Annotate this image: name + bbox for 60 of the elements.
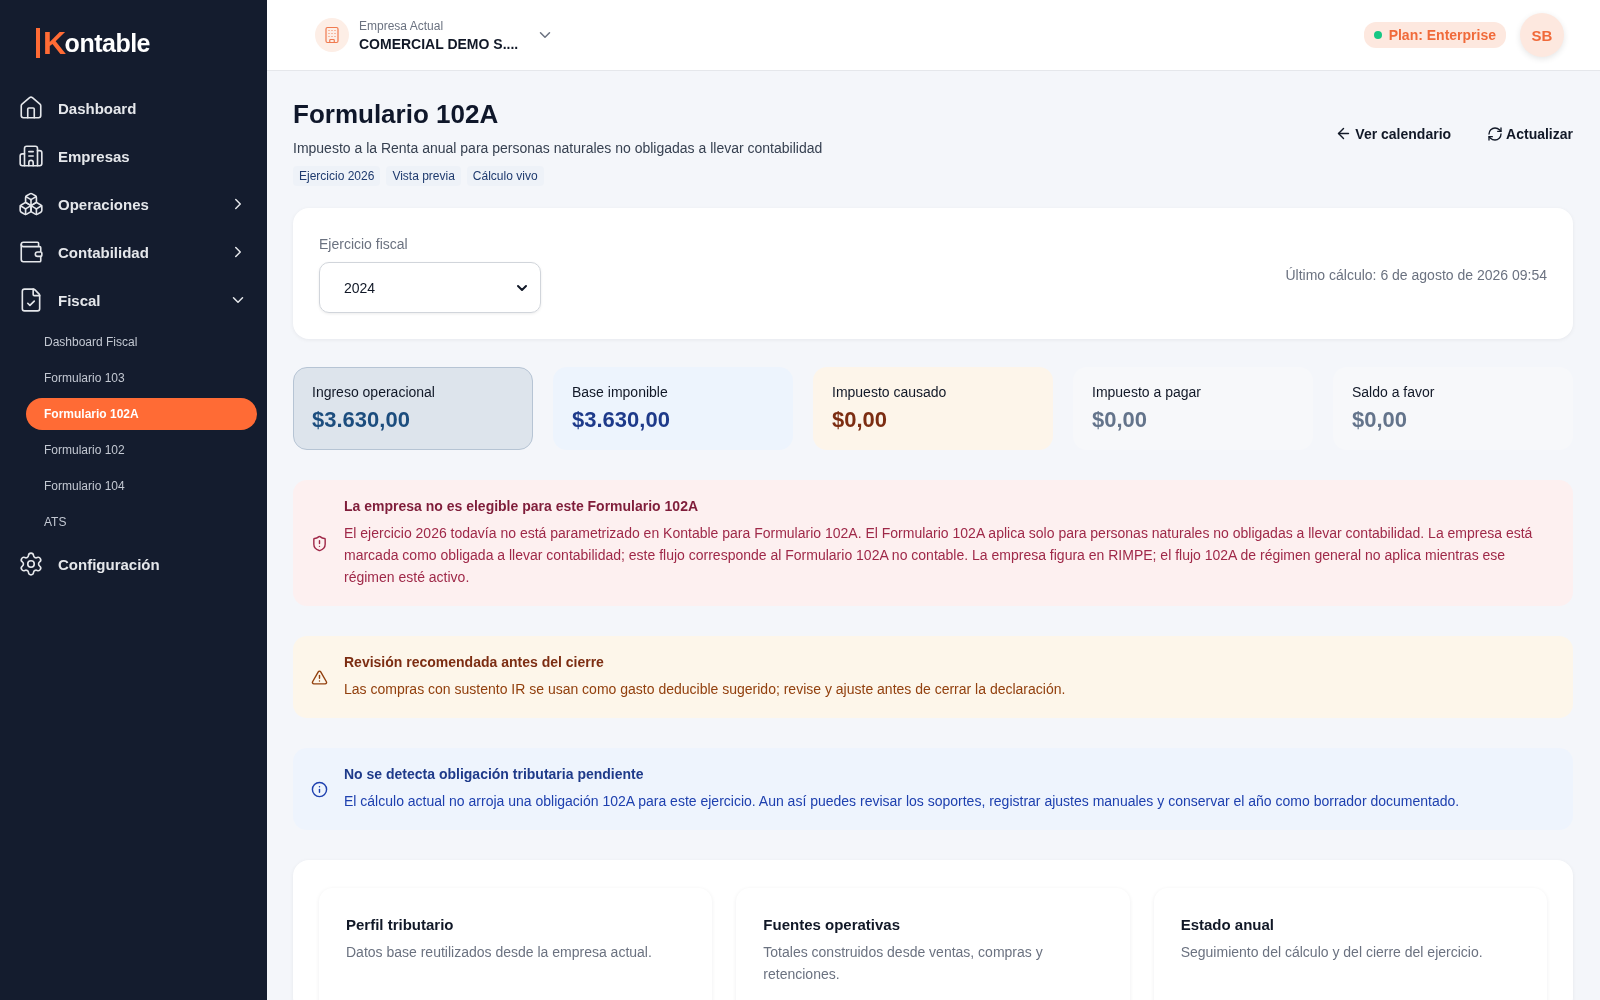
stat-label: Saldo a favor [1352,384,1436,400]
stat-card[interactable]: Ingreso operacional $3.630,00 [293,367,533,450]
company-name: COMERCIAL DEMO S.... [359,35,519,52]
stat-label: Impuesto causado [832,384,948,400]
nav-subitem[interactable]: Formulario 102 [26,434,257,466]
alert-title: Revisión recomendada antes del cierre [344,654,605,670]
nav-item[interactable]: Contabilidad [16,228,257,276]
nav-subitem[interactable]: ATS [26,506,257,538]
stat-value: $0,00 [1352,407,1409,433]
panel-description: Seguimiento del cálculo y del cierre del ejercicio. [1180,943,1484,962]
panel-title: Estado anual [1180,916,1275,933]
nav-item[interactable]: Dashboard [16,84,257,132]
field-label: Ejercicio fiscal [319,236,409,252]
nav-subitem[interactable]: Dashboard Fiscal [26,326,257,358]
nav-item[interactable]: Operaciones [16,180,257,228]
panel-title: Fuentes operativas [763,916,902,933]
building-icon [323,26,341,44]
stat-value: $0,00 [1092,407,1149,433]
stat-value: $0,00 [832,407,889,433]
warning-icon [311,668,328,686]
panel-description: Datos base reutilizados desde la empresa actual. [346,943,653,962]
settings-icon [18,551,44,577]
tag: Cálculo vivo [466,166,544,186]
nav-item[interactable]: Fiscal [16,276,257,324]
panel-description: Totales construidos desde ventas, compras y retenciones. [763,943,1044,984]
panel-title: Perfil tributario [346,916,455,933]
info-icon [311,780,328,798]
alert-text: Las compras con sustento IR se usan como gasto deducible sugerido; revise y ajuste antes de cerrar la declaración. [344,680,1066,699]
stat-card[interactable]: Base imponible $3.630,00 [553,367,793,450]
action-button[interactable]: Actualizar [1487,125,1573,142]
year-select[interactable]: 2024 [319,262,541,313]
boxes-icon [18,191,44,217]
alert-text: El cálculo actual no arroja una obligación 102A para este ejercicio. Aun así puedes revisar los soportes, registrar ajustes manuales y conservar el año como borrador documentado. [344,792,1460,811]
refresh-icon [1487,125,1504,142]
wallet-icon [18,239,44,265]
nav-subitem[interactable]: Formulario 104 [26,470,257,502]
tag: Ejercicio 2026 [293,166,381,186]
company-label: Empresa Actual [359,18,445,33]
stat-label: Base imponible [572,384,669,400]
stat-value: $3.630,00 [312,407,411,433]
nav-subitem[interactable]: Formulario 103 [26,362,257,394]
building-icon [18,143,44,169]
tag: Vista previa [386,166,461,186]
alert-title: La empresa no es elegible para este Formulario 102A [344,498,700,514]
alert-text: El ejercicio 2026 todavía no está parametrizado en Kontable para Formulario 102A. El Formulario 102A aplica solo para personas naturales no obligadas a llevar contabilidad. La empresa está marcada como obligada a llevar contabilidad; este flujo corresponde al Formulario 102A no contable. La empresa figura en RIMPE; el flujo 102A de régimen general no aplica mientras ese régimen esté activo. [344,524,1534,587]
stat-label: Ingreso operacional [312,384,436,400]
nav-item[interactable]: Empresas [16,132,257,180]
plan-badge: Plan: Enterprise [1363,22,1506,48]
page-title: Formulario 102A [293,99,500,130]
action-button[interactable]: Ver calendario [1335,125,1452,142]
page-subtitle: Impuesto a la Renta anual para personas naturales no obligadas a llevar contabilidad [293,140,824,156]
shield-alert-icon [311,534,328,552]
stat-value: $3.630,00 [572,407,671,433]
logo: Kontable [36,28,257,58]
home-icon [18,95,44,121]
last-calculation: Último cálculo: 6 de agosto de 2026 09:54 [1285,266,1547,283]
nav-item[interactable]: Configuración [16,540,257,588]
stat-card[interactable]: Impuesto causado $0,00 [813,367,1053,450]
stat-label: Impuesto a pagar [1092,384,1202,400]
alert-title: No se detecta obligación tributaria pendiente [344,766,645,782]
